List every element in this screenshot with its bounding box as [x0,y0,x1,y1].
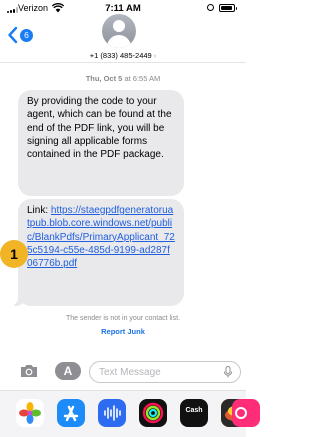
chevron-left-icon [8,26,18,44]
microphone-icon[interactable] [223,366,233,378]
audio-app-icon[interactable] [98,399,126,427]
message-text: By providing the code to your agent, whi… [27,96,172,161]
app-store-app-icon[interactable] [57,399,85,427]
unread-count-badge: 6 [20,29,33,42]
report-junk-link[interactable]: Report Junk [0,327,246,336]
annotation-marker: 1 [0,240,28,268]
rotation-lock-icon [207,4,214,11]
contact-avatar[interactable] [102,14,136,48]
header-divider [0,62,246,63]
photos-app-icon[interactable] [16,399,44,427]
battery-icon [219,4,237,12]
app-store-button[interactable]: A [55,362,81,380]
message-input[interactable] [99,365,219,379]
apps-icon: A [63,364,73,378]
cash-app-icon[interactable]: Cash [180,399,208,427]
link-prefix: Link: [27,205,51,216]
pink-app-icon[interactable] [232,399,260,427]
imessage-app-drawer: Cash [0,390,260,437]
message-bubble-link[interactable]: Link: https://staegpdfgeneratoruatpub.bl… [9,199,184,306]
contact-number: +1 (833) 485-2449 [89,51,152,60]
contact-name-button[interactable]: +1 (833) 485-2449 › [0,51,246,60]
chevron-right-icon: › [153,51,157,60]
message-bubble[interactable]: By providing the code to your agent, whi… [18,90,184,196]
cash-app-label: Cash [185,407,203,414]
camera-icon[interactable] [19,363,39,379]
message-input-field[interactable] [89,361,241,383]
back-button[interactable]: 6 [6,25,42,45]
timestamp-day: Thu, Oct 5 [85,74,123,83]
unknown-sender-notice: The sender is not in your contact list. [66,315,180,322]
message-timestamp: Thu, Oct 5 at 6:55 AM [0,74,246,83]
fitness-app-icon[interactable] [139,399,167,427]
timestamp-time: at 6:55 AM [124,74,161,83]
